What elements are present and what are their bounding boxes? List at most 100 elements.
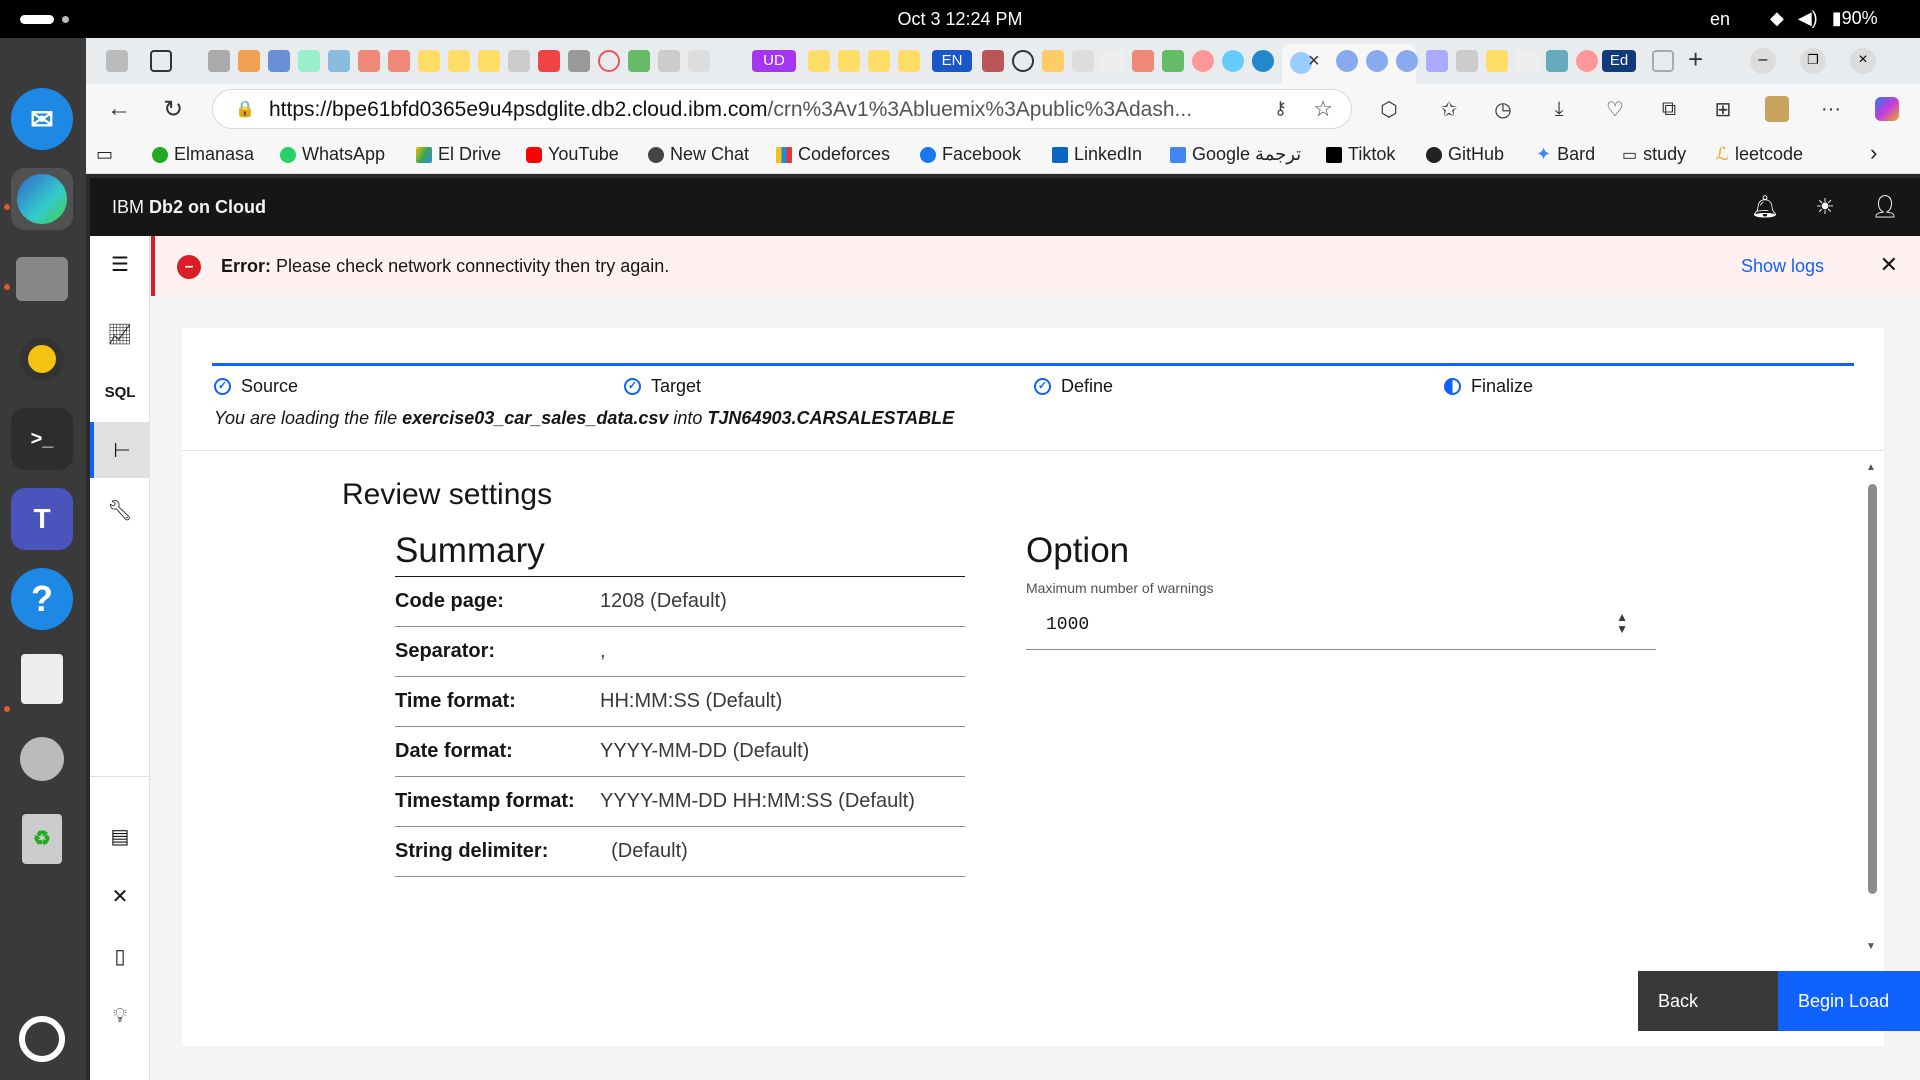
help-icon[interactable]: ? [11,568,73,630]
minimize-icon[interactable]: – [1750,48,1776,74]
reload-icon[interactable]: ↻ [158,94,188,124]
new-tab-icon[interactable]: + [1688,44,1703,75]
close-notification-icon[interactable]: ✕ [1880,252,1898,278]
tab-favicon[interactable] [1516,50,1538,72]
system-tray[interactable]: ◆ ◀) ▮90% [1770,8,1878,29]
document-viewer-icon[interactable] [11,648,73,710]
tab-favicon[interactable] [982,50,1004,72]
bookmarks-overflow-chevron-icon[interactable]: › [1870,140,1877,166]
theme-sun-icon[interactable]: ☀ [1812,194,1838,220]
clock[interactable]: Oct 3 12:24 PM [0,9,1920,30]
show-apps-icon[interactable] [11,1008,73,1070]
performance-icon[interactable]: ♡ [1600,94,1630,124]
tab-favicon[interactable] [1132,50,1154,72]
scroll-down-arrow-icon[interactable]: ▼ [1866,941,1876,952]
history-icon[interactable]: ◷ [1488,94,1518,124]
bookmark-facebook[interactable]: Facebook [920,144,1021,165]
tab-favicon[interactable] [358,50,380,72]
workspaces-icon[interactable] [106,50,128,72]
tab-favicon[interactable] [448,50,470,72]
tab-favicon[interactable] [868,50,890,72]
tab-favicon[interactable] [1072,50,1094,72]
url-text[interactable]: https://bpe61bfd0365e9u4psdglite.db2.clo… [269,98,1269,122]
bookmark-whatsapp[interactable]: WhatsApp [280,144,385,165]
number-stepper-icon[interactable]: ▲ ▼ [1616,611,1628,635]
tab-favicon[interactable] [418,50,440,72]
tab-favicon[interactable] [688,50,710,72]
copilot-icon[interactable] [1872,94,1902,124]
tab-favicon[interactable] [1102,50,1124,72]
key-icon[interactable]: ⚷ [1274,98,1287,119]
tab-favicon[interactable] [1396,50,1418,72]
tab-favicon[interactable] [1486,50,1508,72]
tab-favicon[interactable] [1576,50,1598,72]
tab-favicon[interactable] [1042,50,1064,72]
back-arrow-icon[interactable]: ← [104,94,134,124]
tab-favicon[interactable] [1252,50,1274,72]
input-language[interactable]: en [1710,9,1730,30]
thunderbird-icon[interactable]: ✉ [11,88,73,150]
bookmark-folder-study[interactable]: ▭ study [1622,144,1686,165]
tab-favicon[interactable] [1162,50,1184,72]
notification-bell-icon[interactable]: 🔔︎ [1751,194,1779,220]
tab-favicon[interactable] [658,50,680,72]
tab-favicon[interactable] [1426,50,1448,72]
tab-favicon[interactable] [298,50,320,72]
tab-favicon[interactable] [508,50,530,72]
tab-favicon[interactable] [1222,50,1244,72]
app-brand[interactable]: IBM Db2 on Cloud [112,197,266,218]
user-icon[interactable]: 👤︎ [1871,194,1899,220]
close-window-icon[interactable]: × [1850,48,1876,74]
extensions-icon[interactable]: ⬡ [1374,94,1404,124]
tab-favicon[interactable] [538,50,560,72]
files-icon[interactable] [11,248,73,310]
connections-icon[interactable]: ✕ [90,868,150,924]
bookmark-codeforces[interactable]: Codeforces [776,144,890,165]
favorite-star-icon[interactable]: ☆ [1313,96,1333,122]
tab-favicon[interactable] [388,50,410,72]
close-tab-icon[interactable]: × [1308,50,1320,73]
disk-icon[interactable] [11,728,73,790]
reading-list-icon[interactable]: ▭ [96,144,113,165]
more-menu-icon[interactable]: ··· [1816,94,1846,124]
rhythmbox-icon[interactable] [11,328,73,390]
tab-favicon-en[interactable]: EN [932,50,972,72]
bookmark-leetcode[interactable]: ℒleetcode [1716,144,1803,165]
administration-wrench-icon[interactable]: 🔧︎ [90,482,150,538]
bookmark-bard[interactable]: ✦ Bard [1536,144,1595,165]
step-target[interactable]: ✓ Target [624,376,701,397]
tab-favicon[interactable] [598,50,620,72]
document-icon[interactable]: ▯ [90,928,150,984]
bookmark-new-chat[interactable]: New Chat [648,144,749,165]
profile-avatar[interactable] [1762,94,1792,124]
tab-favicon[interactable] [1366,50,1388,72]
tab-favicon[interactable] [628,50,650,72]
bookmark-youtube[interactable]: YouTube [526,144,619,165]
tab-favicon[interactable] [568,50,590,72]
collections-icon[interactable]: ⊞ [1708,94,1738,124]
download-icon[interactable]: ⤓ [1544,94,1574,124]
max-warnings-value[interactable]: 1000 [1046,615,1089,635]
terminal-icon[interactable]: >_ [11,408,73,470]
bookmark-linkedin[interactable]: LinkedIn [1052,144,1142,165]
edge-browser-icon[interactable] [11,168,73,230]
tab-favicon[interactable] [1546,50,1568,72]
tab-favicon[interactable] [268,50,290,72]
back-button[interactable]: Back [1638,971,1778,1031]
tab-favicon[interactable] [1456,50,1478,72]
bookmark-google-translate[interactable]: Google ترجمة [1170,144,1301,165]
screenshot-icon[interactable]: ⧉ [1654,94,1684,124]
scroll-up-arrow-icon[interactable]: ▲ [1866,462,1876,473]
bookmark-tiktok[interactable]: Tiktok [1326,144,1395,165]
nav-sql[interactable]: SQL [90,364,150,420]
trash-icon[interactable]: ♻ [11,808,73,870]
max-warnings-input[interactable]: 1000 ▲ ▼ [1026,600,1656,650]
tab-favicon[interactable] [1192,50,1214,72]
vertical-scrollbar[interactable]: ▲ ▼ [1864,462,1880,952]
bookmark-github[interactable]: GitHub [1426,144,1504,165]
lock-icon[interactable]: 🔒 [235,99,255,119]
data-load-icon[interactable]: ⊢ [90,422,150,478]
bookmark-el-drive[interactable]: El Drive [416,144,501,165]
tab-actions-icon[interactable] [150,50,172,72]
step-source[interactable]: ✓ Source [214,376,298,397]
